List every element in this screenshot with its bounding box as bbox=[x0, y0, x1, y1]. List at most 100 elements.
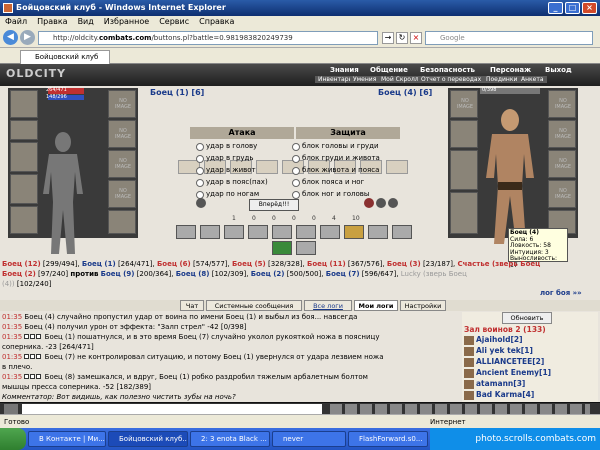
slot-right-5[interactable] bbox=[108, 210, 136, 234]
ability-icon-5[interactable] bbox=[272, 225, 292, 239]
menu-help[interactable]: Справка bbox=[194, 17, 239, 26]
ability-icon-2[interactable] bbox=[200, 225, 220, 239]
attack-head-radio[interactable]: удар в голову bbox=[196, 140, 257, 152]
team-member[interactable]: Lucky (зверь Боец bbox=[401, 270, 467, 278]
team-member[interactable]: Боец (1) bbox=[82, 260, 116, 268]
slot-right-player-4[interactable] bbox=[450, 192, 478, 234]
skill-icon-2[interactable] bbox=[376, 198, 386, 208]
team-member[interactable]: Боец (2) bbox=[2, 270, 36, 278]
menu-edit[interactable]: Правка bbox=[32, 17, 72, 26]
minimize-button[interactable]: _ bbox=[548, 2, 563, 14]
scroll-slot-4[interactable] bbox=[256, 160, 278, 174]
tab-chat[interactable]: Чат bbox=[180, 300, 204, 311]
defense-chest-stomach-radio[interactable]: блок груди и живота bbox=[292, 152, 380, 164]
tab-combats[interactable]: Бойцовский клуб bbox=[20, 50, 110, 64]
slot-armor[interactable] bbox=[10, 174, 38, 204]
refresh-icon[interactable]: ↻ bbox=[396, 32, 408, 44]
back-icon[interactable]: ◀ bbox=[3, 30, 18, 45]
taskbar-item[interactable]: 2: 3 enota Black ... bbox=[190, 431, 270, 447]
defense-stomach-belt-radio[interactable]: блок живота и пояса bbox=[292, 164, 379, 176]
team-member[interactable]: Счастье (зверь Боец bbox=[457, 260, 540, 268]
chat-mode-icon[interactable] bbox=[4, 404, 18, 414]
scroll-slot-9[interactable] bbox=[386, 160, 408, 174]
forward-button[interactable]: Вперёд!!! bbox=[249, 199, 299, 211]
maximize-button[interactable]: □ bbox=[565, 2, 580, 14]
slot-earrings[interactable] bbox=[10, 120, 38, 140]
team-member[interactable]: Боец (12) bbox=[2, 260, 41, 268]
nav-skills[interactable]: Умения bbox=[350, 76, 380, 83]
ability-icon-12[interactable] bbox=[296, 241, 316, 255]
slot-right-player-6[interactable]: NO IMAGE bbox=[548, 120, 576, 148]
taskbar-item[interactable]: В Контакте | Ми... bbox=[28, 431, 106, 447]
menu-file[interactable]: Файл bbox=[0, 17, 32, 26]
menu-favorites[interactable]: Избранное bbox=[99, 17, 154, 26]
address-input[interactable]: http://oldcity.combats.com/buttons.pl?ba… bbox=[38, 31, 378, 45]
player-link[interactable]: Ali yek tek[1] bbox=[476, 346, 533, 355]
attack-stomach-radio[interactable]: удар в живот bbox=[196, 164, 256, 176]
refresh-button[interactable]: Обновить bbox=[502, 312, 552, 324]
ability-icon-9[interactable] bbox=[368, 225, 388, 239]
slot-right-player-5[interactable]: NO IMAGE bbox=[548, 90, 576, 118]
close-button[interactable]: × bbox=[582, 2, 597, 14]
defense-legs-head-radio[interactable]: блок ног и головы bbox=[292, 188, 369, 200]
skill-icon-1[interactable] bbox=[364, 198, 374, 208]
menu-view[interactable]: Вид bbox=[73, 17, 99, 26]
slot-right-player-2[interactable] bbox=[450, 120, 478, 148]
player-right-name[interactable]: Боец (4) [6] bbox=[378, 88, 432, 97]
slot-helmet[interactable] bbox=[10, 90, 38, 118]
nav-profile[interactable]: Анкета bbox=[518, 76, 547, 83]
stop-icon[interactable]: × bbox=[410, 32, 422, 44]
chat-input[interactable] bbox=[22, 404, 322, 414]
attack-chest-radio[interactable]: удар в грудь bbox=[196, 152, 254, 164]
team-member[interactable]: Боец (3) bbox=[387, 260, 421, 268]
player-link[interactable]: Ancient Enemy[1] bbox=[476, 368, 551, 377]
nav-transfers[interactable]: Отчет о переводах bbox=[418, 76, 485, 83]
slot-belt[interactable] bbox=[10, 206, 38, 234]
ability-icon-8[interactable] bbox=[344, 225, 364, 239]
taskbar-item[interactable]: Бойцовский клуб... bbox=[108, 431, 188, 447]
player-link[interactable]: Bad Karma[4] bbox=[476, 390, 534, 399]
ability-icon-11[interactable] bbox=[272, 241, 292, 255]
chat-toolbar-icons[interactable] bbox=[330, 404, 590, 414]
taskbar-item[interactable]: FlashForward.s0... bbox=[348, 431, 428, 447]
taskbar-item[interactable]: never bbox=[272, 431, 346, 447]
player-link[interactable]: atamann[3] bbox=[476, 379, 525, 388]
battle-log-link[interactable]: лог боя »» bbox=[540, 289, 582, 297]
tab-system-messages[interactable]: Системные сообщения bbox=[206, 300, 302, 311]
team-member[interactable]: Боец (2) bbox=[251, 270, 285, 278]
ability-icon-3[interactable] bbox=[224, 225, 244, 239]
slot-right-4[interactable]: NO IMAGE bbox=[108, 180, 136, 208]
team-member[interactable]: Боец (11) bbox=[307, 260, 346, 268]
player-left-name[interactable]: Боец (1) [6] bbox=[150, 88, 204, 97]
team-member[interactable]: Боец (8) bbox=[176, 270, 210, 278]
ability-icon-10[interactable] bbox=[392, 225, 412, 239]
ability-icon-4[interactable] bbox=[248, 225, 268, 239]
tab-all-logs[interactable]: Все логи bbox=[304, 300, 352, 311]
team-member[interactable]: Боец (7) bbox=[326, 270, 360, 278]
team-member[interactable]: Боец (6) bbox=[157, 260, 191, 268]
skill-icon-3[interactable] bbox=[388, 198, 398, 208]
slot-right-2[interactable]: NO IMAGE bbox=[108, 120, 136, 148]
slot-weapon[interactable] bbox=[10, 142, 38, 172]
search-input[interactable]: Google bbox=[425, 31, 593, 45]
tab-my-logs[interactable]: Мои логи bbox=[354, 300, 398, 311]
ability-icon-7[interactable] bbox=[320, 225, 340, 239]
slot-right-player-1[interactable]: NO IMAGE bbox=[450, 90, 478, 118]
forward-icon[interactable]: ▶ bbox=[20, 30, 35, 45]
nav-security[interactable]: Безопасность bbox=[420, 66, 475, 74]
defense-head-chest-radio[interactable]: блок головы и груди bbox=[292, 140, 379, 152]
nav-character[interactable]: Персонаж bbox=[490, 66, 531, 74]
cancel-icon[interactable] bbox=[196, 198, 206, 208]
slot-right-player-7[interactable]: NO IMAGE bbox=[548, 150, 576, 178]
slot-right-3[interactable]: NO IMAGE bbox=[108, 150, 136, 178]
defense-belt-legs-radio[interactable]: блок пояса и ног bbox=[292, 176, 364, 188]
slot-right-1[interactable]: NO IMAGE bbox=[108, 90, 136, 118]
menu-tools[interactable]: Сервис bbox=[154, 17, 194, 26]
go-icon[interactable]: → bbox=[382, 32, 394, 44]
player-link[interactable]: ALLIANCETEE[2] bbox=[476, 357, 544, 366]
nav-battles[interactable]: Поединки bbox=[483, 76, 521, 83]
player-link[interactable]: Ajaihold[2] bbox=[476, 335, 523, 344]
start-button[interactable] bbox=[0, 428, 26, 450]
slot-right-player-8[interactable]: NO IMAGE bbox=[548, 180, 576, 208]
team-member[interactable]: Боец (5) bbox=[232, 260, 266, 268]
